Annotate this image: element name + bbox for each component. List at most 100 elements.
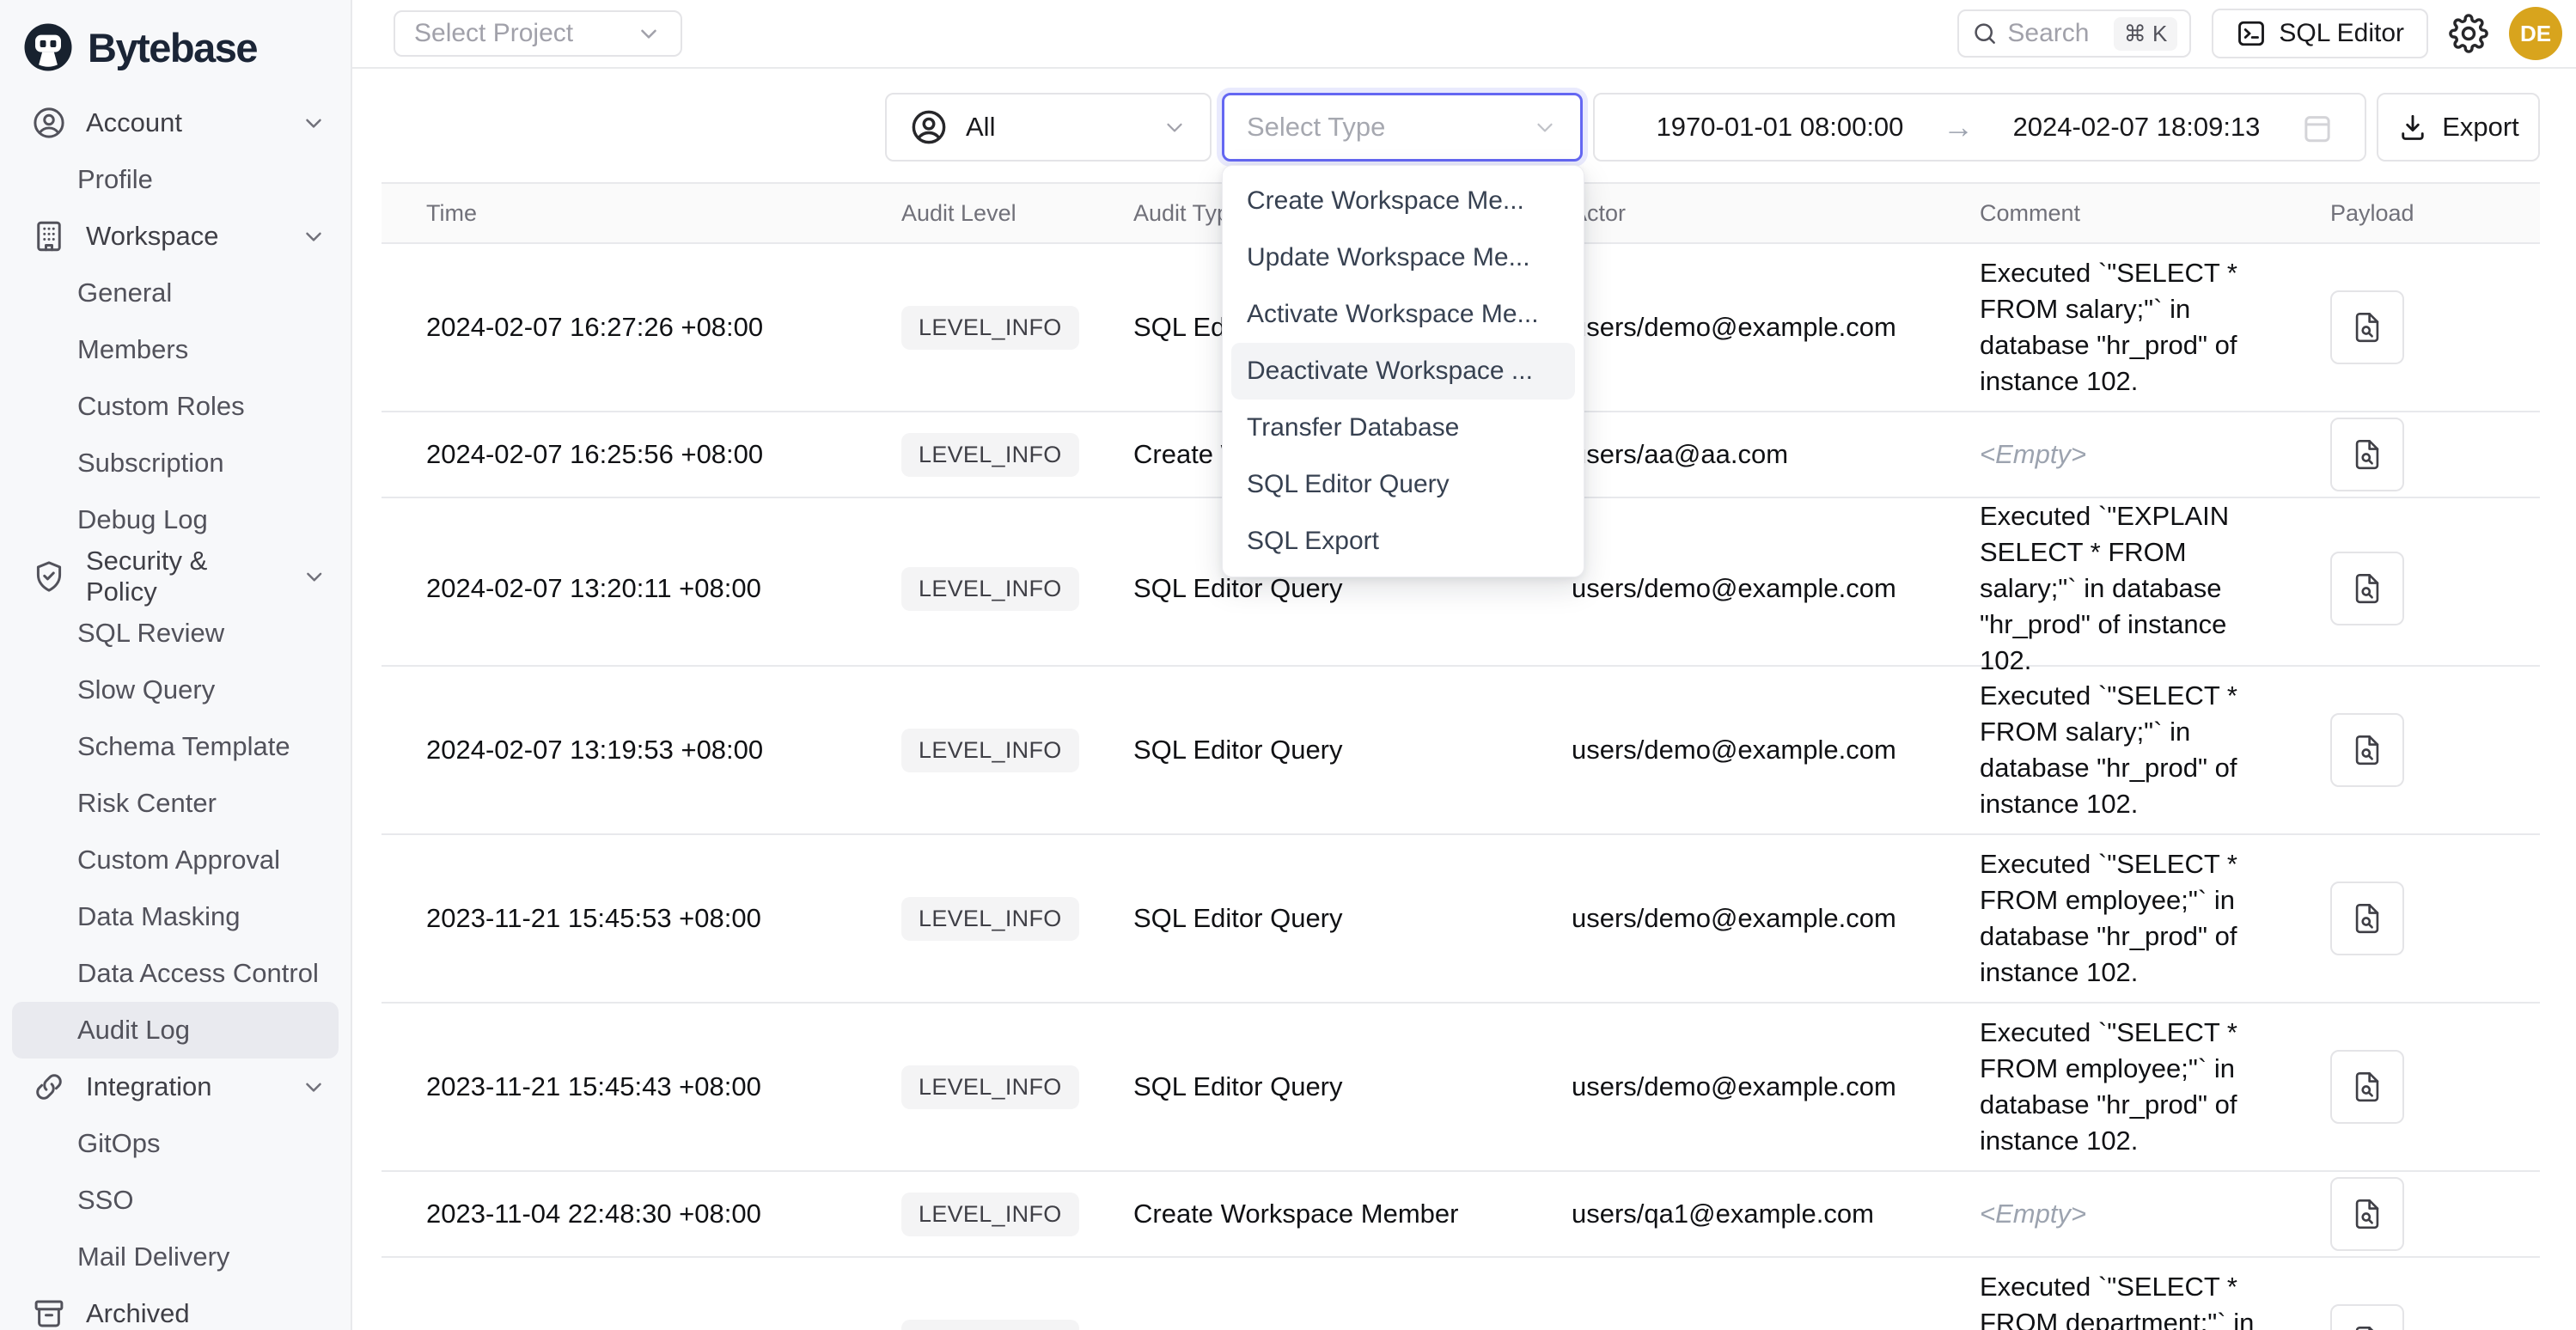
cell-audit-type: SQL Editor Query [1108, 573, 1546, 604]
file-search-icon [2349, 1196, 2385, 1232]
type-menu-option[interactable]: Create Workspace Me... [1223, 173, 1584, 229]
sql-editor-label: SQL Editor [2279, 19, 2404, 48]
cell-actor: users/demo@example.com [1546, 573, 1954, 604]
payload-view-button[interactable] [2330, 713, 2404, 787]
type-menu-option[interactable]: SQL Export [1223, 513, 1584, 570]
sidebar-item[interactable]: GitOps [0, 1115, 351, 1172]
cell-time: 2024-02-07 16:27:26 +08:00 [382, 312, 867, 343]
sidebar-item-label: Account [86, 107, 182, 138]
bytebase-logo-icon [22, 21, 74, 73]
sidebar-item[interactable]: Security & Policy [0, 548, 351, 605]
cell-payload [2298, 1177, 2538, 1251]
sidebar-item-label: Risk Center [77, 788, 217, 819]
payload-view-button[interactable] [2330, 290, 2404, 364]
payload-view-button[interactable] [2330, 1304, 2404, 1330]
user-avatar[interactable]: DE [2509, 7, 2562, 60]
sidebar-item[interactable]: Debug Log [0, 491, 351, 548]
sidebar-item[interactable]: Data Masking [0, 888, 351, 945]
cell-time: 2024-02-07 16:25:56 +08:00 [382, 439, 867, 470]
sidebar-item-label: Custom Approval [77, 845, 280, 875]
sidebar-item[interactable]: SQL Review [0, 605, 351, 662]
cell-actor: users/demo@example.com [1546, 1071, 1954, 1102]
sidebar-item-label: Archived [86, 1298, 190, 1329]
cell-audit-level: LEVEL_INFO [867, 897, 1108, 941]
cell-payload [2298, 552, 2538, 625]
level-badge: LEVEL_INFO [901, 1065, 1079, 1109]
project-select[interactable]: Select Project [394, 10, 682, 57]
sidebar-item-label: Profile [77, 164, 153, 195]
type-menu-option[interactable]: Update Workspace Me... [1223, 229, 1584, 286]
sidebar-item-label: SQL Review [77, 618, 224, 649]
app-root: Bytebase Account Profile [0, 0, 2576, 1330]
column-header-actor: Actor [1546, 200, 1954, 227]
cell-actor: users/qa1@example.com [1546, 1199, 1954, 1229]
type-menu-option[interactable]: Activate Workspace Me... [1223, 286, 1584, 343]
sidebar-item[interactable]: Profile [0, 151, 351, 208]
type-menu-option[interactable]: Deactivate Workspace ... [1231, 343, 1575, 400]
cell-comment: <Empty> [1954, 436, 2298, 473]
file-search-icon [2349, 309, 2385, 345]
cell-audit-level: LEVEL_INFO [867, 433, 1108, 477]
cell-time: 2023-11-04 22:48:30 +08:00 [382, 1199, 867, 1229]
payload-view-button[interactable] [2330, 1177, 2404, 1251]
date-to-value[interactable]: 2024-02-07 18:09:13 [1981, 112, 2292, 143]
cell-audit-type: SQL Editor Query [1108, 1326, 1546, 1330]
type-filter-placeholder: Select Type [1247, 112, 1385, 143]
type-menu-option[interactable]: Transfer Database [1223, 400, 1584, 456]
sidebar-item[interactable]: Subscription [0, 435, 351, 491]
sidebar-item-label: General [77, 278, 172, 308]
sidebar-item[interactable]: Custom Approval [0, 832, 351, 888]
sidebar-item[interactable]: Custom Roles [0, 378, 351, 435]
cell-comment: Executed `"EXPLAIN SELECT * FROM salary;… [1954, 498, 2298, 679]
cell-payload [2298, 290, 2538, 364]
settings-gear-button[interactable] [2449, 14, 2488, 53]
payload-view-button[interactable] [2330, 1050, 2404, 1124]
archive-icon [31, 1296, 67, 1330]
sidebar-item-label: SSO [77, 1185, 133, 1216]
cell-audit-type: SQL Editor Query [1108, 1071, 1546, 1102]
sql-editor-button[interactable]: SQL Editor [2212, 9, 2428, 58]
payload-view-button[interactable] [2330, 882, 2404, 955]
date-range-picker[interactable]: 1970-01-01 08:00:00 → 2024-02-07 18:09:1… [1593, 93, 2366, 162]
sidebar-item[interactable]: Schema Template [0, 718, 351, 775]
sidebar-item[interactable]: Account [0, 95, 351, 151]
sidebar-item-label: Security & Policy [86, 546, 283, 607]
file-search-icon [2349, 1323, 2385, 1330]
sidebar-item[interactable]: Audit Log [12, 1002, 339, 1059]
cell-time: 2024-02-07 13:19:53 +08:00 [382, 735, 867, 766]
sidebar-item[interactable]: Integration [0, 1059, 351, 1115]
sidebar-item[interactable]: Workspace [0, 208, 351, 265]
sidebar-item[interactable]: Data Access Control [0, 945, 351, 1002]
cell-payload [2298, 1304, 2538, 1330]
cell-comment: <Empty> [1954, 1196, 2298, 1232]
sidebar-item-label: Audit Log [77, 1015, 190, 1046]
actor-filter-value: All [966, 112, 995, 143]
sidebar-item[interactable]: Risk Center [0, 775, 351, 832]
sidebar-item-label: Schema Template [77, 731, 290, 762]
cell-time: 2023-11-04 21:26:24 +08:00 [382, 1326, 867, 1330]
date-from-value[interactable]: 1970-01-01 08:00:00 [1624, 112, 1936, 143]
file-search-icon [2349, 900, 2385, 936]
sidebar-item[interactable]: Members [0, 321, 351, 378]
arrow-right-icon: → [1936, 109, 1981, 145]
payload-view-button[interactable] [2330, 418, 2404, 491]
type-filter-select[interactable]: Select Type [1222, 93, 1583, 162]
user-circle-icon [31, 105, 67, 141]
type-menu-option[interactable]: SQL Editor Query [1223, 456, 1584, 513]
link-icon [31, 1069, 67, 1105]
bytebase-logo[interactable]: Bytebase [0, 0, 351, 95]
sidebar-item[interactable]: Archived [0, 1285, 351, 1330]
payload-view-button[interactable] [2330, 552, 2404, 625]
cell-audit-type: SQL Editor Query [1108, 735, 1546, 766]
chevron-down-icon [301, 223, 327, 249]
sidebar: Bytebase Account Profile [0, 0, 352, 1330]
actor-filter-select[interactable]: All [885, 93, 1212, 162]
level-badge: LEVEL_INFO [901, 897, 1079, 941]
search-input[interactable]: Search ⌘ K [1957, 9, 2191, 58]
shield-check-icon [31, 558, 67, 595]
sidebar-item[interactable]: SSO [0, 1172, 351, 1229]
sidebar-item[interactable]: General [0, 265, 351, 321]
sidebar-item[interactable]: Mail Delivery [0, 1229, 351, 1285]
export-button[interactable]: Export [2377, 93, 2540, 162]
sidebar-item[interactable]: Slow Query [0, 662, 351, 718]
